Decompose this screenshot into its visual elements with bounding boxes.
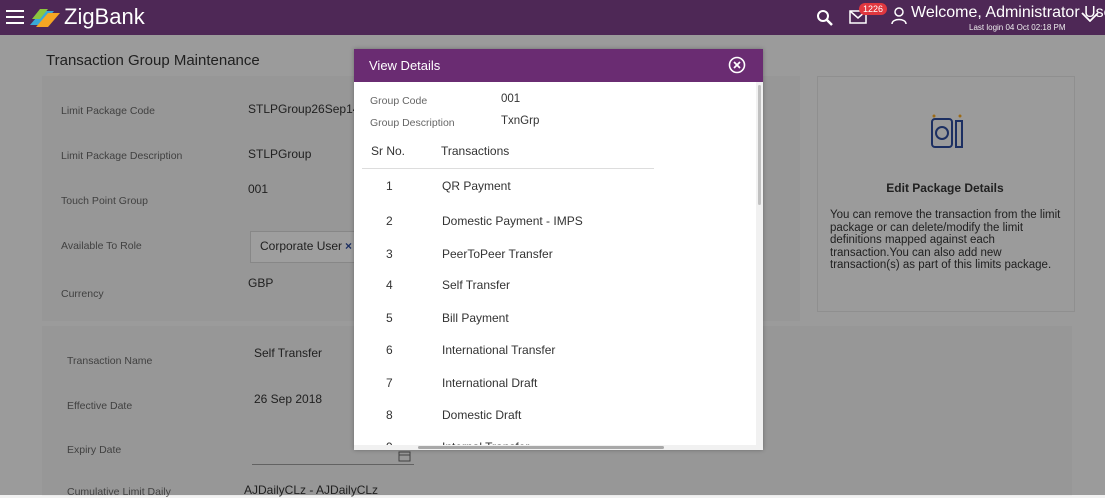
row-sr-no: 7 [386,376,393,390]
group-code-label: Group Code [370,95,428,107]
welcome-text[interactable]: Welcome, Administrator User [911,4,1105,22]
sr-no-header: Sr No. [371,144,406,158]
row-sr-no: 3 [386,247,393,261]
close-circle-icon[interactable] [728,56,746,74]
row-sr-no: 5 [386,311,393,325]
row-transaction: Domestic Payment - IMPS [442,214,583,228]
group-code-value: 001 [501,93,521,105]
view-details-modal: View Details Group Code 001 Group Descri… [354,49,763,450]
row-transaction: QR Payment [442,179,511,193]
row-transaction: Domestic Draft [442,408,522,422]
table-row: 6 International Transfer [354,343,754,376]
table-row: 8 Domestic Draft [354,408,754,441]
user-icon[interactable] [891,7,907,25]
search-icon[interactable] [816,9,834,27]
table-row: 3 PeerToPeer Transfer [354,247,754,280]
zigbank-logo-icon [30,9,60,27]
row-transaction: International Draft [442,376,538,390]
row-transaction: Bill Payment [442,311,509,325]
table-row: 1 QR Payment [354,179,754,212]
group-description-label: Group Description [370,117,455,129]
brand-name: ZigBank [64,4,145,29]
row-sr-no: 8 [386,408,393,422]
table-row: 2 Domestic Payment - IMPS [354,214,754,247]
row-sr-no: 2 [386,214,393,228]
table-row: 4 Self Transfer [354,278,754,311]
menu-icon[interactable] [6,6,24,28]
row-transaction: PeerToPeer Transfer [442,247,553,261]
row-sr-no: 1 [386,179,393,193]
app-header: ZigBank 1226 Welcome, Administrator User… [0,0,1105,35]
brand-logo[interactable]: ZigBank [28,4,145,30]
row-sr-no: 4 [386,278,393,292]
vertical-scrollbar-thumb[interactable] [758,85,761,205]
notification-badge[interactable]: 1226 [859,3,888,15]
row-transaction: Self Transfer [442,278,511,292]
table-row: 7 International Draft [354,376,754,409]
row-sr-no: 6 [386,343,393,357]
horizontal-scrollbar-thumb[interactable] [418,446,664,449]
table-row: 5 Bill Payment [354,311,754,344]
modal-title: View Details [369,58,441,73]
chevron-down-icon[interactable] [1081,12,1099,22]
transactions-header: Transactions [441,144,510,158]
modal-header: View Details [354,49,763,82]
last-login-text: Last login 04 Oct 02:18 PM [969,23,1066,32]
table-header-divider [362,168,654,169]
group-description-value: TxnGrp [501,115,540,127]
row-transaction: International Transfer [442,343,556,357]
